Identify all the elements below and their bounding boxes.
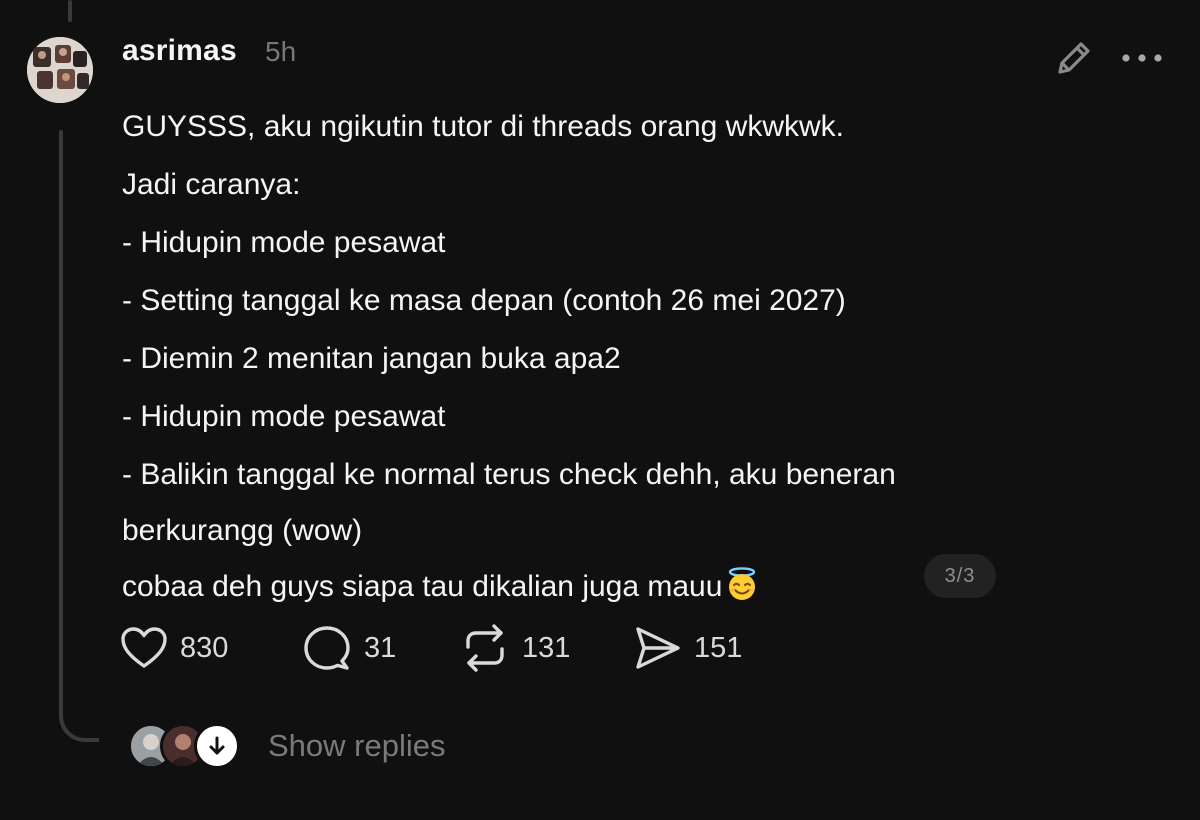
heart-icon — [121, 627, 167, 668]
post-line: - Diemin 2 menitan jangan buka apa2 — [122, 342, 621, 375]
repost-icon — [466, 624, 504, 672]
edit-button[interactable] — [1052, 36, 1096, 80]
show-replies-label[interactable]: Show replies — [268, 728, 445, 764]
arrow-down-icon — [209, 736, 225, 755]
post-line: - Setting tanggal ke masa depan (contoh … — [122, 284, 846, 317]
post-line-text: cobaa deh guys siapa tau dikalian juga m… — [122, 570, 723, 603]
avatar[interactable] — [27, 37, 93, 103]
thread-post: asrimas 5h GUYSSS, aku ngikutin tutor di… — [0, 0, 1200, 820]
thread-line — [59, 130, 63, 690]
post-text: GUYSSS, aku ngikutin tutor di threads or… — [122, 98, 1122, 616]
post-line: - Hidupin mode pesawat — [122, 400, 446, 433]
repost-button[interactable]: 131 — [460, 622, 570, 674]
more-options-button[interactable] — [1118, 44, 1166, 72]
send-icon — [636, 627, 680, 669]
post-line: GUYSSS, aku ngikutin tutor di threads or… — [122, 110, 844, 143]
avatar-image — [27, 37, 93, 103]
pencil-icon — [1058, 42, 1090, 74]
like-button[interactable]: 830 — [120, 622, 228, 674]
post-line: - Balikin tanggal ke normal terus check … — [122, 458, 896, 491]
expand-replies-button[interactable] — [194, 723, 240, 769]
comment-bubble-icon — [304, 626, 350, 670]
more-horizontal-icon — [1122, 54, 1162, 62]
post-line: Jadi caranya: — [122, 168, 301, 201]
comment-button[interactable]: 31 — [302, 622, 396, 674]
share-button[interactable]: 151 — [632, 622, 742, 674]
thread-line-curve — [59, 686, 99, 742]
share-count: 151 — [694, 631, 743, 664]
like-count: 830 — [180, 631, 229, 664]
page-indicator-badge: 3/3 — [924, 554, 996, 598]
post-timestamp: 5h — [265, 36, 297, 67]
smiling-face-with-halo-icon — [724, 564, 760, 600]
repost-count: 131 — [522, 631, 571, 664]
comment-count: 31 — [364, 631, 397, 664]
username[interactable]: asrimas — [122, 34, 237, 68]
post-line: - Hidupin mode pesawat — [122, 226, 446, 259]
show-replies-button[interactable]: Show replies — [128, 718, 445, 774]
post-line: berkurangg (wow) — [122, 514, 363, 547]
thread-line-top — [68, 0, 72, 22]
